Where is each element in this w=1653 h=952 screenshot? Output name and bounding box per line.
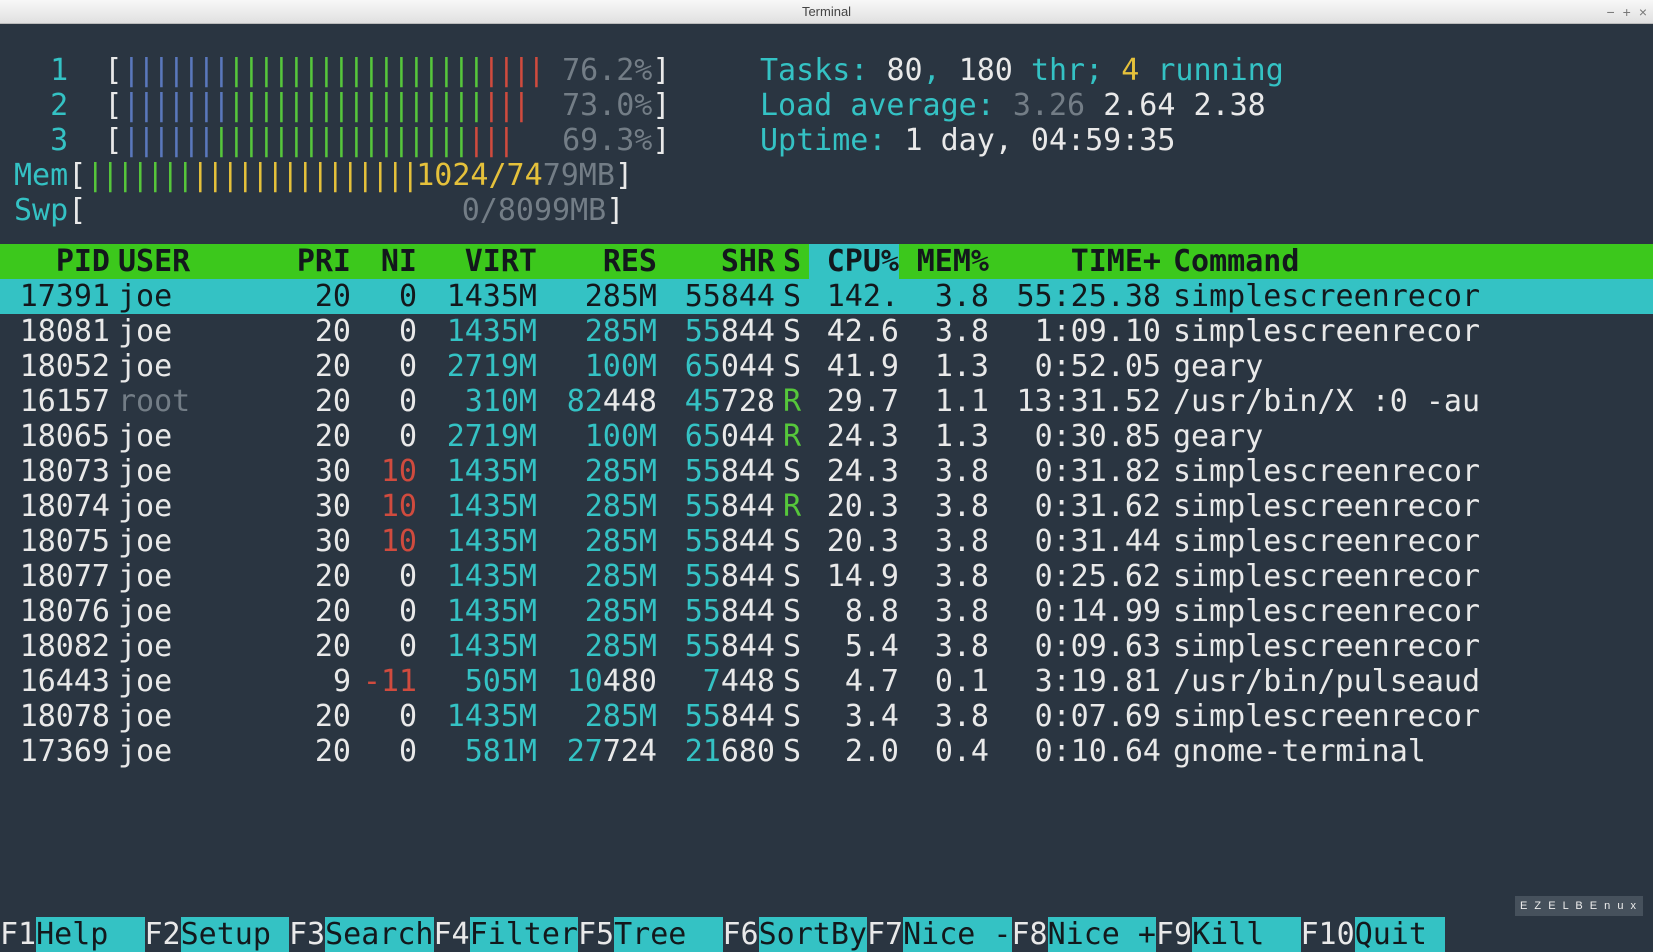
col-cpu: CPU% <box>809 244 899 279</box>
load-row: Swp[0/8099MB] Load average: 3.26 2.64 2.… <box>14 193 1639 228</box>
terminal-content[interactable]: 1 [||||||||||||||||||||||||||||76.2%]Tas… <box>0 24 1653 952</box>
process-row[interactable]: 18052joe2002719M100M65044S41.91.30:52.05… <box>0 349 1653 384</box>
col-mem: MEM% <box>899 244 989 279</box>
cpu-meter-1: 1 [||||||||||||||||||||||||||||76.2%]Tas… <box>14 53 1639 88</box>
col-shr: SHR <box>657 244 775 279</box>
fkey-F4[interactable]: F4 <box>434 917 470 952</box>
flabel-F3[interactable]: Search <box>325 917 433 952</box>
col-virt: VIRT <box>417 244 537 279</box>
meters-panel: 1 [||||||||||||||||||||||||||||76.2%]Tas… <box>14 53 1639 228</box>
col-pri: PRI <box>275 244 351 279</box>
process-row[interactable]: 18077joe2001435M285M55844S14.93.80:25.62… <box>0 559 1653 594</box>
tasks-row: Mem[||||||||||||||||||||||1024/7479MB] T… <box>14 158 1639 193</box>
window-title: Terminal <box>802 4 851 19</box>
col-cmd: Command <box>1161 244 1653 279</box>
fkey-F9[interactable]: F9 <box>1156 917 1192 952</box>
fkey-F6[interactable]: F6 <box>723 917 759 952</box>
process-row[interactable]: 18081joe2001435M285M55844S42.63.81:09.10… <box>0 314 1653 349</box>
process-row[interactable]: 16443joe9-11505M104807448S4.70.13:19.81/… <box>0 664 1653 699</box>
col-user: USER <box>110 244 275 279</box>
fkey-F5[interactable]: F5 <box>578 917 614 952</box>
process-row[interactable]: 16157root200310M8244845728R29.71.113:31.… <box>0 384 1653 419</box>
flabel-F1[interactable]: Help <box>36 917 144 952</box>
close-icon[interactable]: × <box>1639 4 1647 20</box>
process-row[interactable]: 18074joe30101435M285M55844R20.33.80:31.6… <box>0 489 1653 524</box>
col-time: TIME+ <box>989 244 1161 279</box>
col-pid: PID <box>14 244 110 279</box>
flabel-F5[interactable]: Tree <box>614 917 722 952</box>
cpu-meter-3: 3 [|||||||||||||||||||||||||| 69.3%]Upti… <box>14 123 1639 158</box>
process-row[interactable]: 18082joe2001435M285M55844S5.43.80:09.63s… <box>0 629 1653 664</box>
maximize-icon[interactable]: + <box>1623 4 1631 20</box>
process-row[interactable]: 18073joe30101435M285M55844S24.33.80:31.8… <box>0 454 1653 489</box>
fkey-F8[interactable]: F8 <box>1012 917 1048 952</box>
fkey-F2[interactable]: F2 <box>145 917 181 952</box>
minimize-icon[interactable]: − <box>1606 4 1614 20</box>
fkey-F10[interactable]: F10 <box>1301 917 1355 952</box>
watermark-logo: E Z E L B E n u x <box>1515 896 1643 916</box>
process-header[interactable]: PID USER PRI NI VIRT RES SHR S CPU% MEM%… <box>0 244 1653 279</box>
fkey-F7[interactable]: F7 <box>867 917 903 952</box>
col-res: RES <box>537 244 657 279</box>
process-row[interactable]: 17391joe2001435M285M55844S142.3.855:25.3… <box>0 279 1653 314</box>
window-controls: − + × <box>1606 4 1647 20</box>
fkey-F1[interactable]: F1 <box>0 917 36 952</box>
flabel-F7[interactable]: Nice - <box>903 917 1011 952</box>
flabel-F8[interactable]: Nice + <box>1048 917 1156 952</box>
process-row[interactable]: 18078joe2001435M285M55844S3.43.80:07.69s… <box>0 699 1653 734</box>
fkey-F3[interactable]: F3 <box>289 917 325 952</box>
flabel-F10[interactable]: Quit <box>1355 917 1445 952</box>
process-row[interactable]: 18076joe2001435M285M55844S8.83.80:14.99s… <box>0 594 1653 629</box>
flabel-F9[interactable]: Kill <box>1192 917 1300 952</box>
process-row[interactable]: 18065joe2002719M100M65044R24.31.30:30.85… <box>0 419 1653 454</box>
process-row[interactable]: 17369joe200581M2772421680S2.00.40:10.64g… <box>0 734 1653 769</box>
function-keys: F1Help F2Setup F3SearchF4FilterF5Tree F6… <box>0 917 1653 952</box>
col-ni: NI <box>351 244 417 279</box>
cpu-meter-2: 2 [||||||||||||||||||||||||||| 73.0%]Loa… <box>14 88 1639 123</box>
process-row[interactable]: 18075joe30101435M285M55844S20.33.80:31.4… <box>0 524 1653 559</box>
col-s: S <box>775 244 809 279</box>
flabel-F2[interactable]: Setup <box>181 917 289 952</box>
flabel-F4[interactable]: Filter <box>470 917 578 952</box>
process-list[interactable]: 17391joe2001435M285M55844S142.3.855:25.3… <box>0 279 1653 769</box>
flabel-F6[interactable]: SortBy <box>759 917 867 952</box>
window-titlebar: Terminal − + × <box>0 0 1653 24</box>
